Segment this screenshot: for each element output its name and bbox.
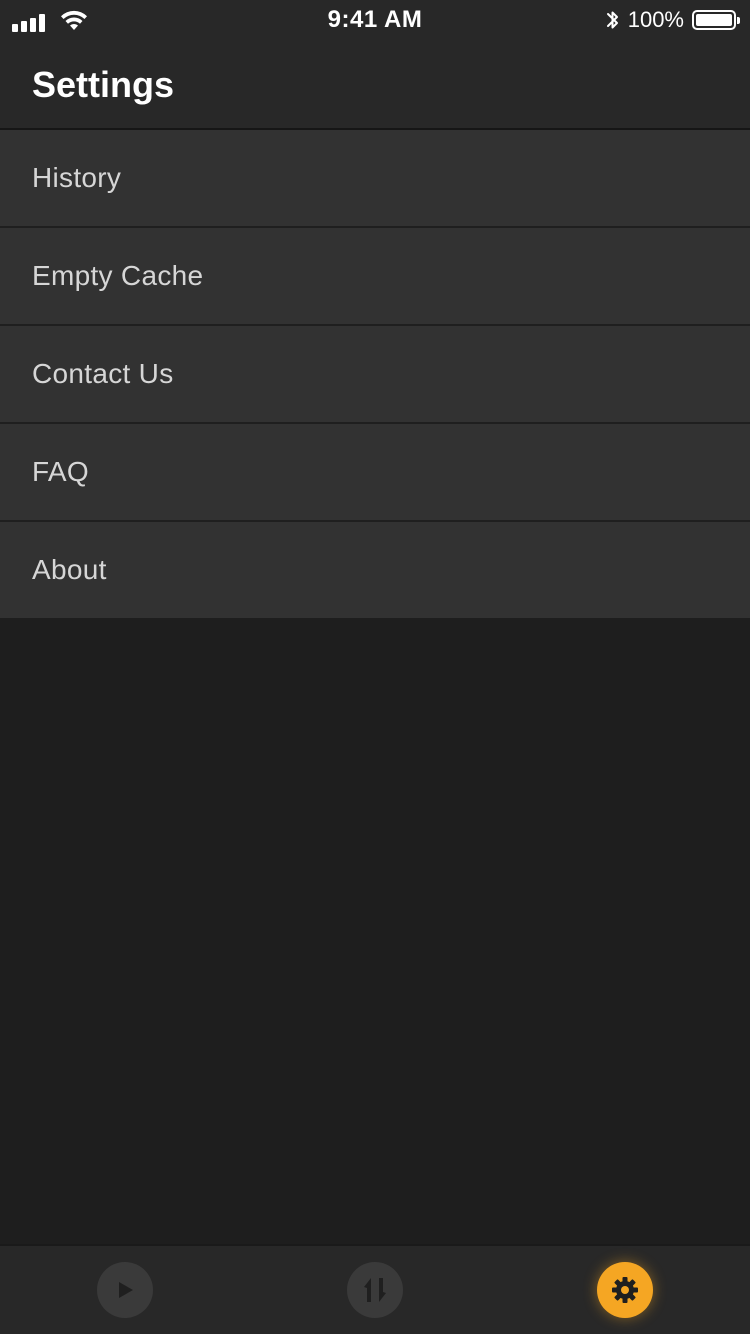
- play-icon: [119, 1282, 133, 1298]
- battery-icon: [692, 10, 740, 30]
- battery-cap: [737, 17, 740, 24]
- menu-item-label: FAQ: [32, 456, 89, 487]
- menu-item-label: Empty Cache: [32, 260, 204, 291]
- menu-item-about[interactable]: About: [0, 522, 750, 618]
- tab-play-circle[interactable]: [97, 1262, 153, 1318]
- nav-header: Settings: [0, 40, 750, 130]
- gear-icon: [612, 1277, 638, 1303]
- menu-item-label: Contact Us: [32, 358, 174, 389]
- status-right: 100%: [606, 6, 740, 34]
- tab-play[interactable]: [0, 1246, 250, 1334]
- tab-transfer-circle[interactable]: [347, 1262, 403, 1318]
- bluetooth-icon: [606, 8, 620, 32]
- status-bar: 9:41 AM 100%: [0, 0, 750, 40]
- battery-fill: [696, 14, 732, 26]
- menu-item-label: About: [32, 554, 107, 585]
- tab-settings-circle[interactable]: [597, 1262, 653, 1318]
- tab-settings[interactable]: [500, 1246, 750, 1334]
- page-title: Settings: [32, 64, 175, 105]
- battery-percent: 100%: [627, 7, 684, 32]
- menu-item-history[interactable]: History: [0, 130, 750, 228]
- settings-menu: History Empty Cache Contact Us FAQ About: [0, 130, 750, 618]
- tab-bar: [0, 1244, 750, 1334]
- menu-item-faq[interactable]: FAQ: [0, 424, 750, 522]
- menu-item-label: History: [32, 162, 122, 193]
- menu-item-empty-cache[interactable]: Empty Cache: [0, 228, 750, 326]
- menu-item-contact-us[interactable]: Contact Us: [0, 326, 750, 424]
- tab-transfer[interactable]: [250, 1246, 500, 1334]
- transfer-icon: [364, 1278, 386, 1302]
